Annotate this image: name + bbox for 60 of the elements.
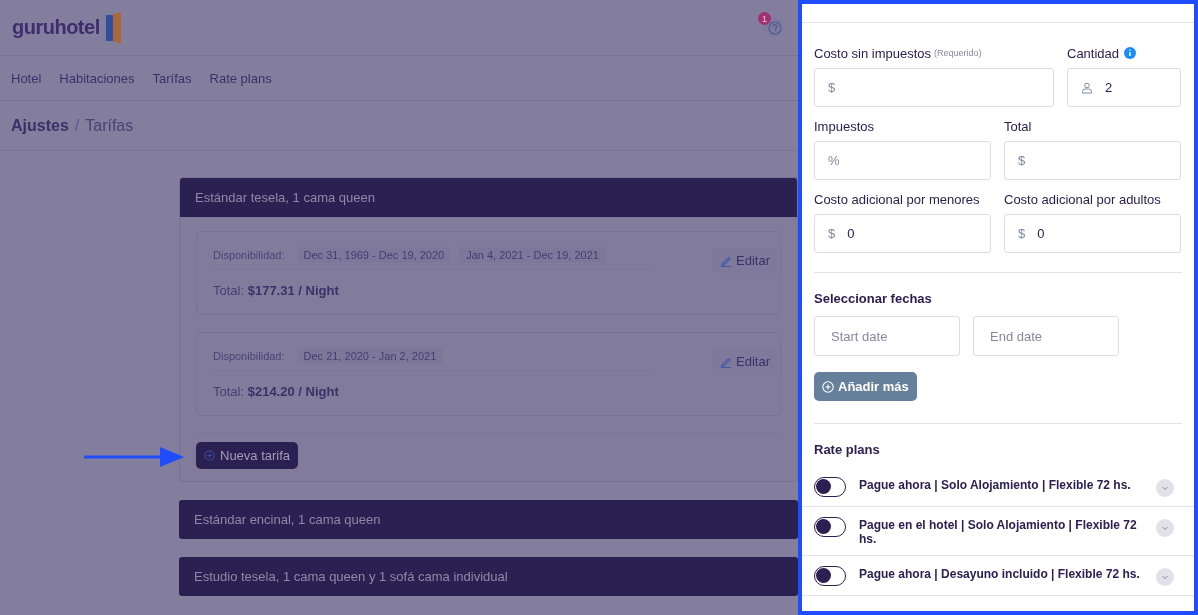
notification-badge: 1	[758, 12, 771, 25]
toggle-switch[interactable]	[814, 477, 846, 497]
input-field[interactable]: $ 0	[814, 214, 991, 253]
nav-link[interactable]: Rate plans	[209, 70, 272, 86]
logo-text: guruhotel	[12, 16, 100, 39]
input-field[interactable]: 2	[1067, 68, 1181, 107]
unit-prefix: $	[828, 226, 836, 241]
room-title[interactable]: Estudio tesela, 1 cama queen y 1 sofá cama individual	[179, 557, 798, 596]
rate-plan-name: Pague en el hotel | Solo Alojamiento | Flexible 72 hs.	[859, 517, 1138, 546]
date-range-chip: Jan 4, 2021 - Dec 19, 2021	[459, 246, 606, 263]
new-rate-button[interactable]: Nueva tarifa	[196, 442, 299, 469]
breadcrumb-link[interactable]: Ajustes	[11, 116, 69, 135]
unit-prefix: $	[1018, 226, 1026, 241]
chevron-down-icon[interactable]	[1156, 479, 1174, 497]
section-title: Rate plans	[814, 442, 881, 457]
field-label: Cantidad	[1067, 45, 1120, 61]
unit-prefix: %	[828, 153, 840, 168]
pencil-icon	[720, 355, 733, 368]
breadcrumb-separator: /	[74, 116, 80, 135]
field-label: Costo adicional por menores	[814, 191, 980, 207]
availability-label: Disponibilidad:	[213, 349, 285, 362]
unit-prefix: $	[1018, 153, 1026, 168]
date-range-chip: Dec 31, 1969 - Dec 19, 2020	[296, 246, 452, 263]
field-label: Costo sin impuestos	[814, 45, 932, 61]
edit-button[interactable]: Editar	[712, 248, 778, 273]
add-more-button[interactable]: Añadir más	[814, 372, 917, 401]
pencil-icon	[720, 254, 733, 267]
page-title: Tarífas	[85, 116, 134, 135]
room-title[interactable]: Estándar tesela, 1 cama queen	[180, 178, 797, 217]
nav-link[interactable]: Habitaciones	[59, 70, 135, 86]
rate-total: Total: $214.20 / Night	[213, 384, 340, 399]
availability-label: Disponibilidad:	[213, 248, 285, 261]
section-title: Seleccionar fechas	[814, 291, 933, 306]
input-field[interactable]: $	[814, 68, 1054, 107]
input-field[interactable]: %	[814, 141, 991, 180]
room-title[interactable]: Estándar encinal, 1 cama queen	[179, 500, 798, 539]
edit-button[interactable]: Editar	[712, 349, 778, 374]
chevron-down-icon[interactable]	[1156, 568, 1174, 586]
toggle-switch[interactable]	[814, 566, 846, 586]
rate-total: Total: $177.31 / Night	[213, 283, 340, 298]
field-label: Impuestos	[814, 118, 874, 134]
plus-circle-icon	[822, 380, 834, 393]
start-date-field[interactable]: Start date	[814, 316, 960, 356]
chevron-down-icon[interactable]	[1156, 519, 1174, 537]
required-note: (Requerido)	[934, 48, 982, 58]
field-label: Costo adicional por adultos	[1004, 191, 1161, 207]
nav-link[interactable]: Tarífas	[152, 70, 192, 86]
door-icon	[105, 11, 122, 44]
person-icon	[1081, 81, 1093, 94]
toggle-switch[interactable]	[814, 517, 846, 537]
nav-link[interactable]: Hotel	[11, 70, 42, 86]
rate-plan-name: Pague ahora | Desayuno incluido | Flexible 72 hs.	[859, 566, 1141, 581]
input-field[interactable]: $ 0	[1004, 214, 1181, 253]
field-label: Total	[1004, 118, 1032, 134]
unit-prefix: $	[828, 80, 836, 95]
rate-plan-name: Pague ahora | Solo Alojamiento | Flexible 72 hs.	[859, 477, 1132, 492]
info-icon[interactable]	[1124, 47, 1137, 59]
plus-circle-icon	[204, 450, 215, 461]
end-date-field[interactable]: End date	[973, 316, 1119, 356]
input-field[interactable]: $	[1004, 141, 1181, 180]
